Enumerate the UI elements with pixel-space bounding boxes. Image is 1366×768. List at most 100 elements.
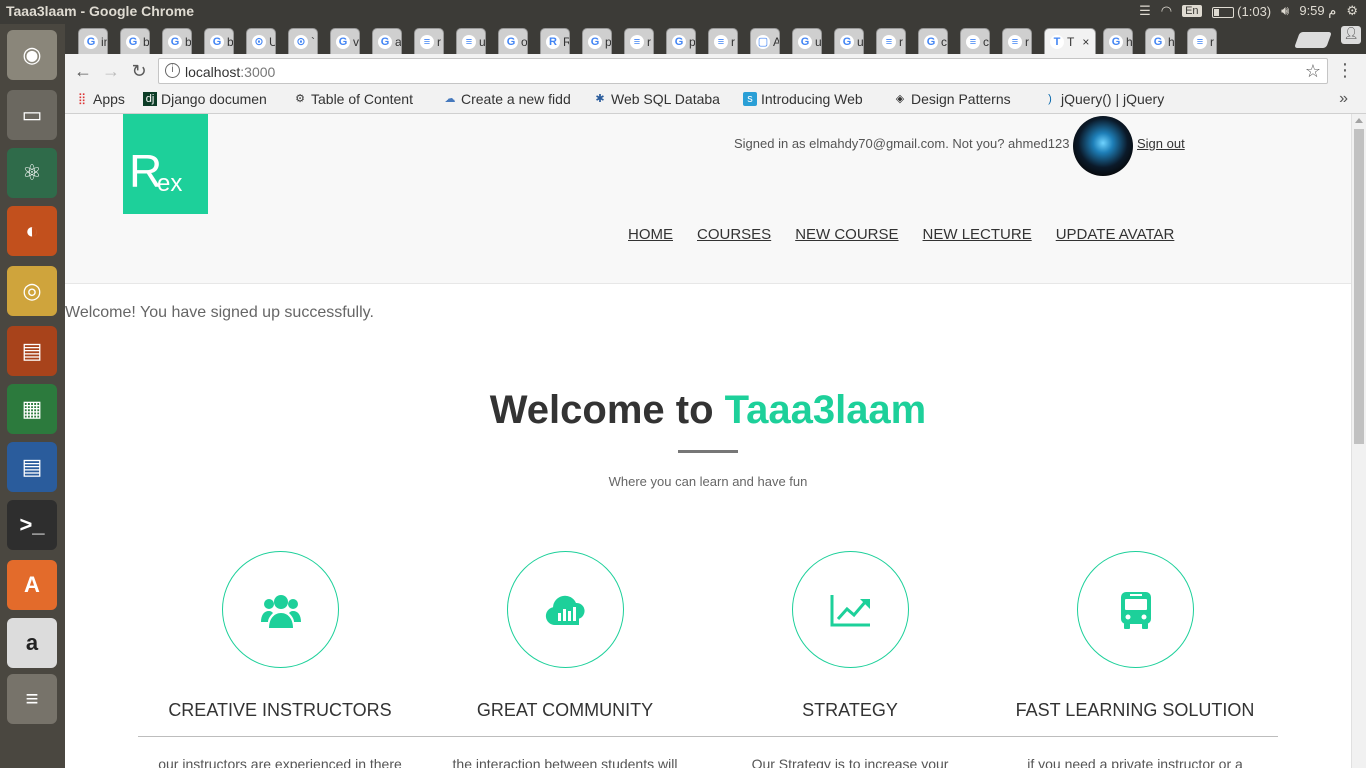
tab[interactable]: ⊙U bbox=[246, 28, 276, 54]
features-divider bbox=[138, 736, 1278, 737]
tab[interactable]: ≡ c bbox=[960, 28, 990, 54]
bookmark-jquery[interactable]: ) jQuery() | jQuery bbox=[1043, 91, 1183, 107]
nav-courses[interactable]: COURSES bbox=[697, 226, 771, 243]
address-bar[interactable]: i localhost:3000 ☆ bbox=[158, 58, 1328, 84]
tab[interactable]: Gc bbox=[918, 28, 948, 54]
hero-title: Welcome to Taaa3laam bbox=[65, 388, 1351, 433]
tab[interactable]: ⊙ ` bbox=[288, 28, 318, 54]
tab[interactable]: ≡ r bbox=[1187, 28, 1217, 54]
bookmark-django[interactable]: dj Django documen bbox=[143, 91, 283, 107]
jquery-icon: ) bbox=[1048, 93, 1052, 105]
user-avatar[interactable] bbox=[1073, 116, 1133, 176]
tab[interactable]: Gb bbox=[162, 28, 192, 54]
writer-icon[interactable]: ▤ bbox=[7, 442, 57, 492]
tab[interactable]: ≡ r bbox=[708, 28, 738, 54]
terminal-icon[interactable]: >_ bbox=[7, 500, 57, 550]
nav-new-course[interactable]: NEW COURSE bbox=[795, 226, 898, 243]
files-icon[interactable]: ▭ bbox=[7, 90, 57, 140]
battery-indicator[interactable]: (1:03) bbox=[1211, 4, 1271, 19]
tab[interactable]: Gp bbox=[582, 28, 612, 54]
wifi-icon[interactable]: ◠ bbox=[1161, 3, 1172, 19]
nav-new-lecture[interactable]: NEW LECTURE bbox=[923, 226, 1032, 243]
new-tab-button[interactable] bbox=[1294, 32, 1332, 48]
tab-favicon-icon: R bbox=[546, 34, 560, 49]
logo-suffix: ex bbox=[157, 170, 183, 197]
tab-close-icon[interactable]: × bbox=[1082, 35, 1089, 49]
hero-divider bbox=[678, 450, 738, 453]
calc-icon[interactable]: ▦ bbox=[7, 384, 57, 434]
forward-icon[interactable]: → bbox=[101, 61, 121, 82]
tab[interactable]: Go bbox=[498, 28, 528, 54]
sign-out-link[interactable]: Sign out bbox=[1137, 136, 1185, 151]
bookmark-apps[interactable]: ⣿ Apps bbox=[75, 91, 135, 107]
tab[interactable]: Gin bbox=[78, 28, 108, 54]
tab[interactable]: ≡ r bbox=[414, 28, 444, 54]
site-logo[interactable]: R ex bbox=[123, 114, 208, 214]
tab-label: in bbox=[101, 34, 107, 49]
atom-icon[interactable]: ⚛ bbox=[7, 148, 57, 198]
impress-icon[interactable]: ▤ bbox=[7, 326, 57, 376]
toc-icon: ⚙ bbox=[295, 93, 305, 105]
tab-favicon-icon: ≡ bbox=[420, 34, 434, 49]
ubuntu-dash-icon[interactable]: ◉ bbox=[7, 30, 57, 80]
tab-label: r bbox=[1025, 34, 1029, 49]
bookmark-design-patterns[interactable]: ◈ Design Patterns bbox=[893, 91, 1033, 107]
tab[interactable]: Gh bbox=[1145, 28, 1175, 54]
tab[interactable]: Gp bbox=[666, 28, 696, 54]
reload-icon[interactable]: ↻ bbox=[129, 61, 149, 82]
nav-update-avatar[interactable]: UPDATE AVATAR bbox=[1056, 226, 1175, 243]
chrome-icon[interactable]: ◎ bbox=[7, 266, 57, 316]
page-scrollbar[interactable] bbox=[1351, 114, 1366, 768]
bookmark-introducing-web[interactable]: s Introducing Web bbox=[743, 91, 883, 107]
indicator-menu-icon[interactable]: ☰ bbox=[1139, 3, 1151, 19]
feature-title: GREAT COMMUNITY bbox=[476, 700, 654, 720]
volume-icon[interactable]: 🔊︎ bbox=[1281, 3, 1289, 19]
tab[interactable]: Gv bbox=[330, 28, 360, 54]
chrome-menu-icon[interactable]: ⋮ bbox=[1336, 60, 1354, 81]
nav-home[interactable]: HOME bbox=[628, 226, 673, 243]
amazon-icon[interactable]: a bbox=[7, 618, 57, 668]
site-icon: s bbox=[743, 92, 757, 106]
tab[interactable]: Gh bbox=[1103, 28, 1133, 54]
bookmark-table-of-contents[interactable]: ⚙ Table of Content bbox=[293, 91, 433, 107]
stack-icon[interactable]: ≡ bbox=[7, 674, 57, 724]
tab[interactable]: Gb bbox=[120, 28, 150, 54]
tab-favicon-icon: ≡ bbox=[1193, 34, 1207, 49]
bookmark-star-icon[interactable]: ☆ bbox=[1305, 61, 1321, 82]
settings-gear-icon[interactable]: ⚙ bbox=[1346, 3, 1358, 19]
bookmarks-overflow-icon[interactable]: » bbox=[1339, 90, 1348, 108]
bookmark-web-sql[interactable]: ✱ Web SQL Databa bbox=[593, 91, 733, 107]
tab[interactable]: ≡ r bbox=[624, 28, 654, 54]
tab[interactable]: Gb bbox=[204, 28, 234, 54]
tab-label: c bbox=[941, 34, 947, 49]
tab-active[interactable]: T T × bbox=[1044, 28, 1096, 54]
tab[interactable]: Ga bbox=[372, 28, 402, 54]
tab[interactable]: Gu bbox=[834, 28, 864, 54]
tab[interactable]: ▢A bbox=[750, 28, 780, 54]
system-tray: ☰ ◠ En (1:03) 🔊︎ م 9:59 ⚙ bbox=[1139, 3, 1358, 19]
tab[interactable]: RR bbox=[540, 28, 570, 54]
tab[interactable]: ≡ r bbox=[1002, 28, 1032, 54]
software-center-icon[interactable]: A bbox=[7, 560, 57, 610]
bus-icon bbox=[1120, 591, 1151, 629]
scroll-up-arrow-icon[interactable] bbox=[1355, 118, 1363, 123]
tab[interactable]: ≡ u bbox=[456, 28, 486, 54]
tab[interactable]: ≡ r bbox=[876, 28, 906, 54]
bookmark-jsfiddle[interactable]: ☁ Create a new fidd bbox=[443, 91, 583, 107]
tab[interactable]: Gu bbox=[792, 28, 822, 54]
feature-icon-circle bbox=[1077, 551, 1194, 668]
tab-favicon-icon: T bbox=[1050, 34, 1064, 49]
tab-label: A bbox=[773, 35, 779, 49]
keyboard-layout-indicator[interactable]: En bbox=[1182, 5, 1202, 17]
tab-label: p bbox=[605, 34, 612, 49]
battery-icon bbox=[1211, 6, 1234, 18]
clock[interactable]: م 9:59 bbox=[1299, 3, 1336, 19]
back-icon[interactable]: ← bbox=[73, 61, 93, 82]
site-info-icon[interactable]: i bbox=[165, 63, 180, 78]
profile-icon[interactable]: 👤︎ bbox=[1341, 26, 1361, 44]
tab-strip: GinGbGbGb⊙U⊙`GvGa≡r≡uGoRRGp≡rGp≡r▢AGuGu≡… bbox=[65, 24, 1366, 54]
scrollbar-thumb[interactable] bbox=[1354, 129, 1364, 444]
tab-favicon-icon: G bbox=[84, 34, 98, 49]
firefox-icon[interactable]: ◐ bbox=[7, 206, 57, 256]
feature-description: if you need a private instructor or a bbox=[1027, 756, 1243, 768]
